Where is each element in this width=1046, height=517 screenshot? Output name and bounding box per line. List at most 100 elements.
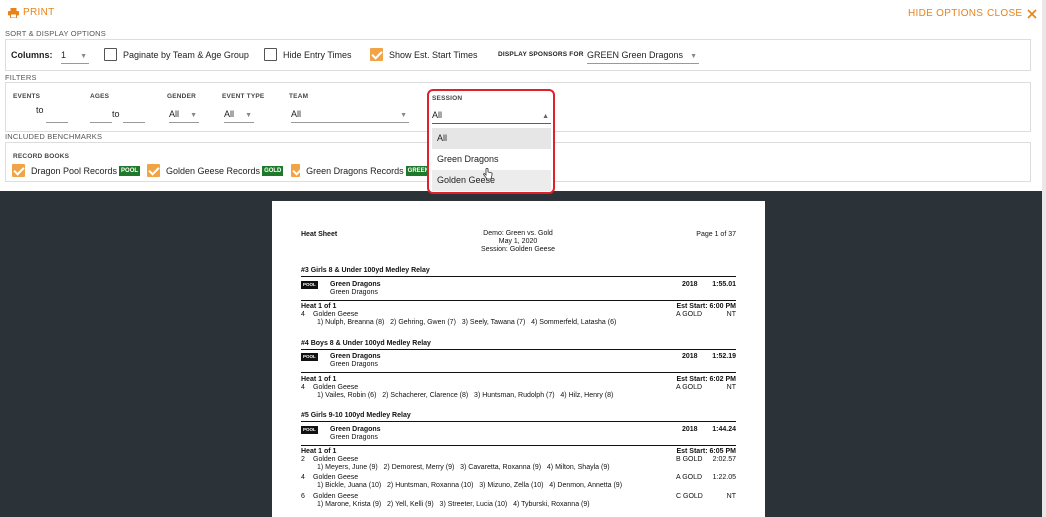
page-number: Page 1 of 37 — [696, 231, 736, 238]
record-book-item[interactable]: Green Dragons Records GREEN — [291, 164, 431, 177]
show-est-start-checkbox[interactable] — [370, 48, 383, 61]
divider — [301, 276, 736, 277]
lane-entry: A GOLD — [676, 311, 703, 318]
paginate-option[interactable]: Paginate by Team & Age Group — [104, 48, 249, 61]
printer-icon — [8, 7, 19, 18]
record-book-label: Green Dragons Records — [306, 165, 404, 176]
record-time: 1:44.24 — [712, 426, 736, 433]
caret-up-icon: ▲ — [542, 113, 549, 120]
show-est-start-label: Show Est. Start Times — [389, 49, 478, 60]
meet-name: Demo: Green vs. Gold — [483, 230, 553, 237]
columns-value: 1 — [61, 50, 67, 60]
team-label: TEAM — [289, 93, 309, 100]
record-tag: POOL — [301, 426, 318, 434]
print-label: PRINT — [23, 7, 55, 18]
close-button[interactable]: CLOSE — [987, 8, 1037, 19]
lane-swimmers: 1) Meyers, June (9) 2) Demorest, Merry (… — [317, 464, 610, 471]
lane-swimmers: 1) Bickle, Juana (10) 2) Huntsman, Roxan… — [317, 482, 623, 489]
lane-time: NT — [726, 384, 736, 391]
record-book-checkbox[interactable] — [291, 164, 301, 177]
heat-label: Heat 1 of 1 — [301, 303, 337, 310]
meet-info: Demo: Green vs. Gold May 1, 2020 Session… — [458, 230, 578, 254]
record-book-item[interactable]: Dragon Pool Records POOL — [12, 164, 141, 177]
record-time: 1:55.01 — [712, 281, 736, 288]
paginate-checkbox[interactable] — [104, 48, 117, 61]
divider — [301, 421, 736, 422]
caret-down-icon: ▼ — [245, 112, 252, 119]
events-from-input[interactable] — [13, 103, 38, 119]
record-book-tag: GOLD — [262, 165, 284, 176]
lane-team: Golden Geese — [313, 493, 359, 500]
lane-team: Golden Geese — [313, 384, 359, 391]
lane-entry: C GOLD — [676, 493, 703, 500]
sponsors-label: DISPLAY SPONSORS FOR — [498, 51, 584, 58]
benchmarks-section-label: INCLUDED BENCHMARKS — [5, 132, 103, 141]
filters-section-label: FILTERS — [5, 73, 37, 82]
lane-entry: B GOLD — [676, 456, 703, 463]
session-dropdown[interactable]: SESSION All ▲ All Green Dragons Golden G… — [427, 89, 555, 194]
event-type-select[interactable]: All ▼ — [224, 107, 254, 123]
lane-team: Golden Geese — [313, 311, 359, 318]
est-start: Est Start: 6:05 PM — [676, 448, 736, 455]
lane-swimmers: 1) Nulph, Breanna (8) 2) Gehring, Gwen (… — [317, 319, 617, 326]
event-title: #5 Girls 9-10 100yd Medley Relay — [301, 412, 411, 419]
record-holder: Green Dragons Green Dragons — [330, 426, 381, 441]
ages-to-label: to — [112, 109, 120, 119]
record-tag: POOL — [301, 353, 318, 361]
lane-entry: A GOLD — [676, 474, 703, 481]
lane-team: Golden Geese — [313, 474, 359, 481]
record-year: 2018 — [682, 353, 698, 360]
ages-from-input[interactable] — [90, 107, 112, 123]
gender-select[interactable]: All ▼ — [169, 107, 199, 123]
sponsors-select[interactable]: GREEN Green Dragons ▼ — [587, 48, 699, 64]
divider — [301, 372, 736, 373]
hide-entry-times-option[interactable]: Hide Entry Times — [264, 48, 352, 61]
session-option-all[interactable]: All — [432, 128, 551, 149]
record-book-tag: POOL — [119, 165, 141, 176]
record-tag: POOL — [301, 281, 318, 289]
scrollbar-track[interactable] — [1042, 0, 1046, 517]
heat-sheet-page: Heat Sheet Demo: Green vs. Gold May 1, 2… — [272, 201, 765, 517]
session-option-green-dragons[interactable]: Green Dragons — [432, 149, 551, 170]
close-label: CLOSE — [987, 8, 1023, 19]
lane-number: 6 — [301, 493, 305, 500]
record-book-checkbox[interactable] — [147, 164, 160, 177]
hide-options-button[interactable]: HIDE OPTIONS — [908, 8, 983, 19]
events-to-input[interactable] — [46, 107, 68, 123]
heat-label: Heat 1 of 1 — [301, 376, 337, 383]
close-icon — [1027, 8, 1037, 19]
hide-entry-times-checkbox[interactable] — [264, 48, 277, 61]
lane-swimmers: 1) Marone, Krista (9) 2) Yell, Kelli (9)… — [317, 501, 590, 508]
hide-entry-times-label: Hide Entry Times — [283, 49, 352, 60]
ages-to-input[interactable] — [123, 107, 145, 123]
lane-team: Golden Geese — [313, 456, 359, 463]
print-button[interactable]: PRINT — [8, 7, 55, 18]
events-to-label: to — [36, 105, 44, 115]
show-est-start-option[interactable]: Show Est. Start Times — [370, 48, 478, 61]
ages-label: AGES — [90, 93, 110, 100]
lane-entry: A GOLD — [676, 384, 703, 391]
lane-time: 1:22.05 — [712, 474, 736, 481]
est-start: Est Start: 6:00 PM — [676, 303, 736, 310]
gender-label: GENDER — [167, 93, 197, 100]
lane-number: 2 — [301, 456, 305, 463]
session-line: Session: Golden Geese — [481, 246, 555, 253]
record-book-checkbox[interactable] — [12, 164, 25, 177]
session-select[interactable]: All ▲ — [432, 108, 551, 124]
sponsors-value: GREEN Green Dragons — [587, 50, 684, 60]
caret-down-icon: ▼ — [80, 53, 87, 60]
record-holder: Green Dragons Green Dragons — [330, 281, 381, 296]
events-label: EVENTS — [13, 93, 41, 100]
record-book-item[interactable]: Golden Geese Records GOLD — [147, 164, 284, 177]
hand-cursor-icon — [483, 168, 493, 180]
record-books-label: RECORD BOOKS — [13, 153, 70, 160]
session-label: SESSION — [432, 95, 463, 102]
sort-display-panel: Columns: 1 ▼ Paginate by Team & Age Grou… — [5, 39, 1031, 71]
columns-select[interactable]: 1 ▼ — [61, 48, 89, 64]
record-holder: Green Dragons Green Dragons — [330, 353, 381, 368]
event-title: #3 Girls 8 & Under 100yd Medley Relay — [301, 267, 430, 274]
record-book-label: Dragon Pool Records — [31, 165, 118, 176]
team-select[interactable]: All ▼ — [291, 107, 409, 123]
sort-display-section-label: SORT & DISPLAY OPTIONS — [5, 29, 106, 38]
heat-label: Heat 1 of 1 — [301, 448, 337, 455]
